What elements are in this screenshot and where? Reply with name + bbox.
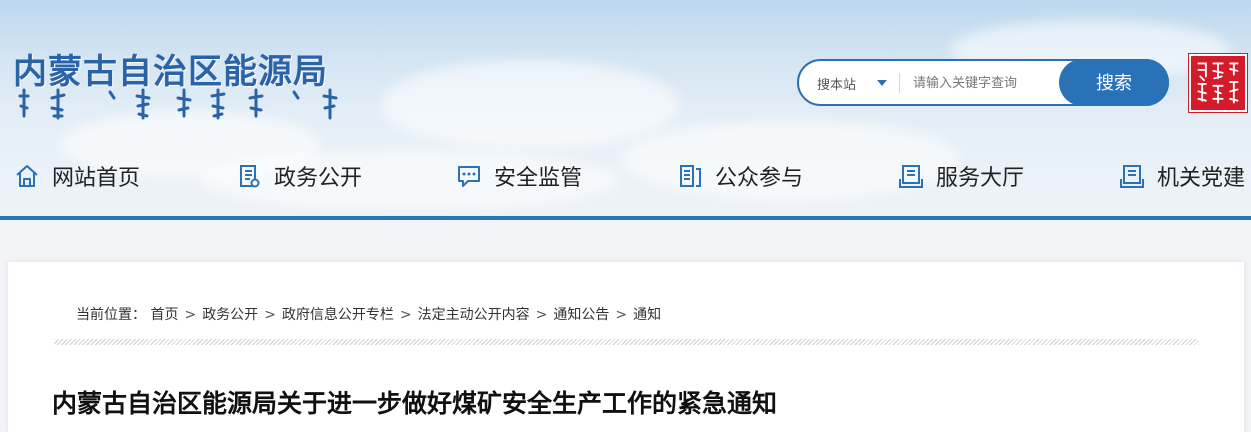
breadcrumb-separator: > [399, 307, 412, 323]
breadcrumb-link[interactable]: 法定主动公开内容 [418, 307, 530, 323]
breadcrumb-link[interactable]: 通知 [633, 307, 661, 323]
divider [899, 73, 900, 93]
nav-item-party-building[interactable]: 机关党建 [1119, 156, 1245, 196]
breadcrumb-link[interactable]: 首页 [150, 307, 178, 323]
inbox-icon [899, 165, 923, 188]
nav-item-government-affairs[interactable]: 政务公开 [236, 156, 362, 196]
breadcrumb-separator: > [535, 307, 548, 323]
inbox-icon [1120, 165, 1144, 188]
nav-label: 政务公开 [274, 166, 363, 191]
site-header: 内蒙古自治区能源局 搜本站 搜索 [0, 0, 1251, 216]
breadcrumb: 当前位置： 首页 > 政务公开 > 政府信息公开专栏 > 法定主动公开内容 > 通知公告 > 通知 [76, 304, 661, 324]
content-card: 当前位置： 首页 > 政务公开 > 政府信息公开专栏 > 法定主动公开内容 > 通知公告 > 通知 … [8, 262, 1244, 432]
nav-label: 公众参与 [715, 166, 804, 191]
chevron-down-icon[interactable] [877, 80, 887, 86]
breadcrumb-separator: > [615, 307, 628, 323]
nav-item-home[interactable]: 网站首页 [14, 156, 140, 196]
nav-label: 服务大厅 [936, 166, 1025, 191]
mongolian-script-logo [18, 88, 338, 120]
notes-icon [680, 165, 701, 187]
chat-bubble-icon [458, 166, 480, 187]
nav-label: 网站首页 [52, 166, 141, 191]
mongolia-seal-logo [1189, 54, 1247, 112]
search-scope-select[interactable]: 搜本站 [817, 74, 856, 93]
main-nav: 网站首页 政务公开 安全监管 公众参与 服务大厅 机关党建 [0, 156, 1251, 196]
breadcrumb-prefix: 当前位置： [76, 307, 146, 323]
hatched-divider [54, 339, 1199, 345]
breadcrumb-link[interactable]: 政府信息公开专栏 [282, 307, 394, 323]
search-input[interactable] [911, 67, 1063, 99]
nav-item-public-participation[interactable]: 公众参与 [677, 156, 803, 196]
breadcrumb-link[interactable]: 政务公开 [202, 307, 258, 323]
header-divider [0, 216, 1251, 220]
nav-item-safety-supervision[interactable]: 安全监管 [456, 156, 582, 196]
breadcrumb-link[interactable]: 通知公告 [553, 307, 609, 323]
home-icon [16, 165, 38, 187]
search-button[interactable]: 搜索 [1059, 59, 1169, 106]
nav-label: 机关党建 [1157, 166, 1246, 191]
nav-label: 安全监管 [494, 166, 583, 191]
breadcrumb-separator: > [184, 307, 197, 323]
cloud-decoration [380, 60, 680, 150]
nav-item-service-hall[interactable]: 服务大厅 [898, 156, 1024, 196]
breadcrumb-separator: > [264, 307, 276, 323]
document-list-icon [240, 165, 260, 188]
search-bar: 搜本站 搜索 [797, 59, 1169, 106]
